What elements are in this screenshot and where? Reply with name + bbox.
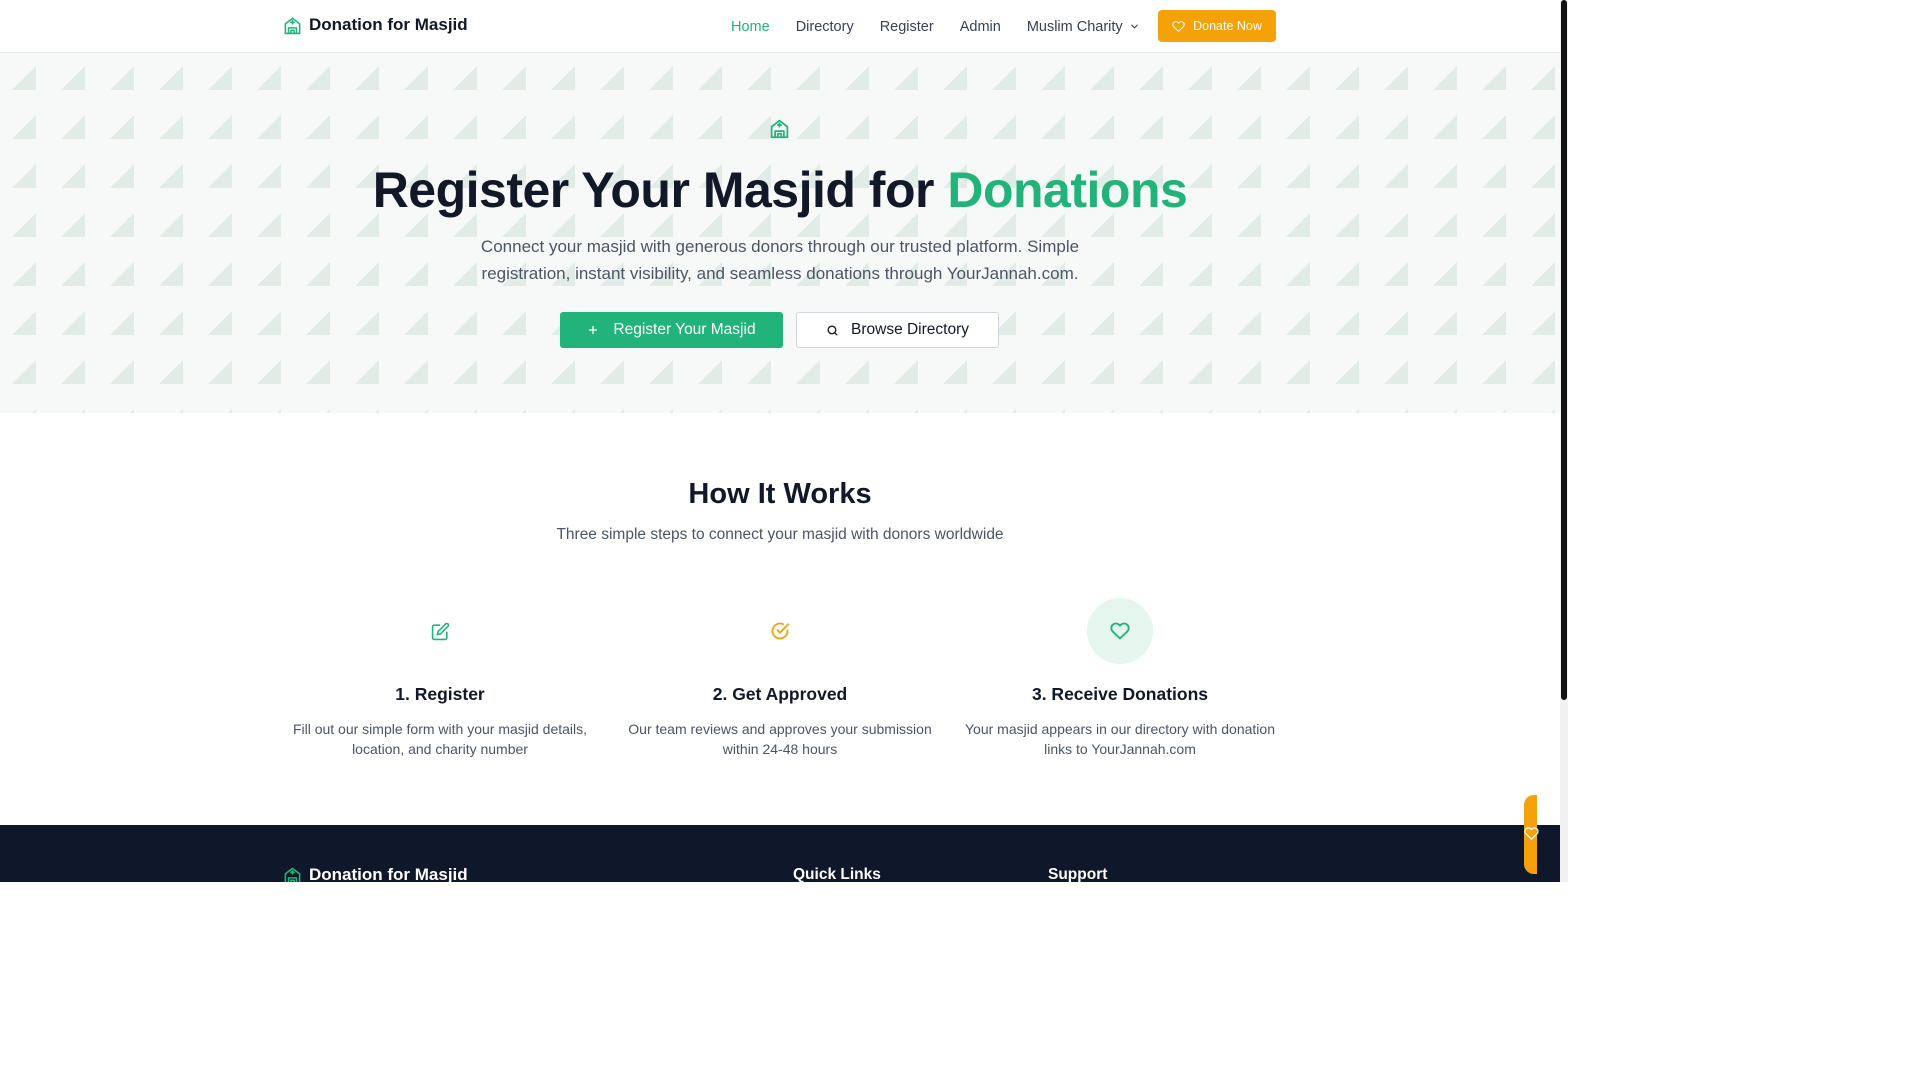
top-navbar: Donation for Masjid Home Directory Regis…	[0, 0, 1560, 53]
edit-icon	[431, 622, 449, 640]
step-icon-wrapper	[1087, 598, 1153, 664]
donate-now-label: Donate Now	[1193, 19, 1262, 33]
step-card-register: 1. Register Fill out our simple form wit…	[275, 598, 605, 759]
scrollbar-thumb[interactable]	[1561, 0, 1567, 700]
footer-brand: Donation for Masjid	[283, 865, 468, 882]
brand-link[interactable]: Donation for Masjid	[283, 15, 468, 35]
hero-section: Register Your Masjid for Donations Conne…	[0, 53, 1560, 413]
plus-icon	[589, 325, 598, 335]
nav-dropdown-muslim-charity[interactable]: Muslim Charity	[1027, 19, 1140, 35]
heart-icon	[1110, 622, 1130, 640]
how-it-works-title: How It Works	[688, 478, 872, 510]
nav-link-directory[interactable]: Directory	[796, 19, 854, 35]
heart-icon	[1172, 20, 1185, 32]
hero-title-accent: Donations	[947, 162, 1188, 218]
donate-now-button[interactable]: Donate Now	[1158, 10, 1276, 42]
check-circle-icon	[771, 622, 790, 640]
step-title: 3. Receive Donations	[1031, 684, 1209, 704]
brand-name: Donation for Masjid	[309, 15, 468, 34]
step-icon-wrapper	[747, 598, 813, 664]
heart-icon	[1524, 827, 1539, 840]
step-description: Your masjid appears in our directory wit…	[965, 721, 1275, 757]
register-masjid-label: Register Your Masjid	[613, 321, 756, 338]
browse-directory-label: Browse Directory	[851, 321, 969, 338]
nav-links: Home Directory Register Admin Muslim Cha…	[731, 0, 1140, 53]
search-icon	[827, 324, 838, 336]
browse-directory-button[interactable]: Browse Directory	[796, 312, 999, 348]
footer: Donation for Masjid Quick Links Support	[0, 825, 1560, 882]
mosque-icon	[284, 17, 301, 34]
footer-support-heading: Support	[1048, 866, 1108, 882]
nav-link-home[interactable]: Home	[731, 19, 770, 35]
nav-dropdown-label: Muslim Charity	[1026, 18, 1123, 35]
step-title: 1. Register	[395, 684, 485, 704]
step-icon-wrapper	[407, 598, 473, 664]
register-masjid-button[interactable]: Register Your Masjid	[560, 312, 783, 348]
nav-link-register[interactable]: Register	[880, 19, 934, 35]
step-title: 2. Get Approved	[712, 684, 848, 704]
mosque-icon	[770, 119, 789, 139]
step-card-get-approved: 2. Get Approved Our team reviews and app…	[615, 598, 945, 759]
mosque-icon	[284, 867, 301, 882]
chevron-down-icon	[1130, 24, 1138, 29]
how-it-works-subtitle: Three simple steps to connect your masji…	[556, 526, 1004, 543]
step-description: Fill out our simple form with your masji…	[292, 721, 588, 757]
footer-brand-name: Donation for Masjid	[309, 865, 468, 882]
hero-subtitle: Connect your masjid with generous donors…	[480, 237, 1080, 283]
step-card-receive-donations: 3. Receive Donations Your masjid appears…	[955, 598, 1285, 759]
hero-title: Register Your Masjid for Donations	[0, 161, 1560, 219]
step-description: Our team reviews and approves your submi…	[628, 721, 932, 757]
nav-link-admin[interactable]: Admin	[960, 19, 1001, 35]
footer-quick-links-heading: Quick Links	[793, 866, 881, 882]
hero-title-main: Register Your Masjid for	[372, 162, 948, 218]
